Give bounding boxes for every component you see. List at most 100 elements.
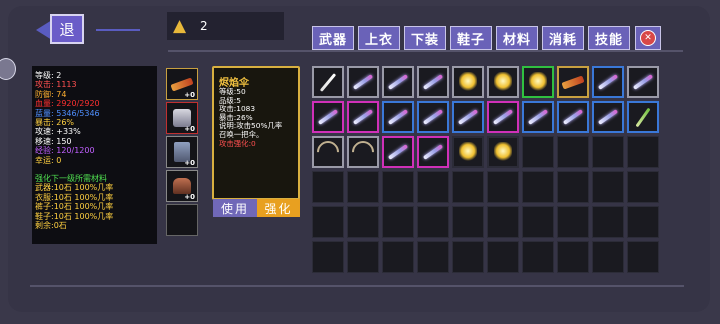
equipment-slot[interactable]: +0: [166, 170, 198, 202]
sword-plain-icon: [314, 68, 342, 96]
inventory-slot[interactable]: [382, 241, 414, 273]
magic-sword-icon: [559, 103, 587, 131]
inventory-slot[interactable]: [627, 206, 659, 238]
inventory-slot[interactable]: [312, 101, 344, 133]
inventory-slot[interactable]: [522, 136, 554, 168]
tab-shoes[interactable]: 鞋子: [450, 26, 492, 50]
inventory-slot[interactable]: [557, 136, 589, 168]
inventory-slot[interactable]: [627, 101, 659, 133]
enhance-level: +0: [184, 91, 195, 99]
inventory-slot[interactable]: [417, 241, 449, 273]
inventory-slot[interactable]: [452, 206, 484, 238]
inventory-slot[interactable]: [557, 66, 589, 98]
inventory-slot[interactable]: [522, 171, 554, 203]
gold-display: ▲ 2: [167, 12, 284, 40]
close-button[interactable]: ✕: [635, 26, 661, 50]
tab-materials[interactable]: 材料: [496, 26, 538, 50]
footer-divider: [30, 285, 684, 287]
equipment-slot[interactable]: +0: [166, 102, 198, 134]
inventory-slot[interactable]: [452, 101, 484, 133]
game-screen: 退 ▲ 2 武器 上衣 下装 鞋子 材料 消耗 技能 ✕ 等级: 2 攻击: 1…: [0, 0, 720, 324]
equipment-slot[interactable]: +0: [166, 136, 198, 168]
inventory-slot[interactable]: [487, 101, 519, 133]
inventory-slot[interactable]: [417, 136, 449, 168]
inventory-slot[interactable]: [522, 206, 554, 238]
gold-coins-icon: ▲: [173, 16, 187, 36]
magic-sword-icon: [594, 68, 622, 96]
inventory-slot[interactable]: [417, 101, 449, 133]
enhance-level: +0: [184, 159, 195, 167]
equipment-slot[interactable]: [166, 204, 198, 236]
inventory-slot[interactable]: [347, 206, 379, 238]
inventory-slot[interactable]: [487, 241, 519, 273]
inventory-slot[interactable]: [382, 101, 414, 133]
tab-skills[interactable]: 技能: [588, 26, 630, 50]
inventory-slot[interactable]: [522, 101, 554, 133]
inventory-slot[interactable]: [557, 171, 589, 203]
inventory-slot[interactable]: [487, 66, 519, 98]
inventory-slot[interactable]: [417, 171, 449, 203]
inventory-slot[interactable]: [452, 241, 484, 273]
tab-consumables[interactable]: 消耗: [542, 26, 584, 50]
inventory-slot[interactable]: [382, 66, 414, 98]
inventory-slot[interactable]: [347, 101, 379, 133]
inventory-slot[interactable]: [452, 66, 484, 98]
inventory-slot[interactable]: [592, 66, 624, 98]
inventory-slot[interactable]: [487, 171, 519, 203]
inventory-slot[interactable]: [557, 206, 589, 238]
back-button[interactable]: 退: [36, 14, 94, 46]
magic-sword-icon: [419, 68, 447, 96]
inventory-slot[interactable]: [382, 171, 414, 203]
inventory-slot[interactable]: [627, 171, 659, 203]
inventory-slot[interactable]: [557, 101, 589, 133]
inventory-slot[interactable]: [312, 171, 344, 203]
inventory-slot[interactable]: [557, 241, 589, 273]
magic-sword-icon: [419, 138, 447, 166]
enhance-level: +0: [184, 193, 195, 201]
inventory-slot[interactable]: [347, 171, 379, 203]
inventory-slot[interactable]: [592, 206, 624, 238]
inventory-slot[interactable]: [312, 206, 344, 238]
inventory-slot[interactable]: [312, 136, 344, 168]
inventory-slot[interactable]: [347, 136, 379, 168]
inventory-slot[interactable]: [487, 136, 519, 168]
inventory-slot[interactable]: [452, 136, 484, 168]
back-button-underline: [96, 29, 140, 31]
item-attributes: 等级:50 品级:5 攻击:1083 暴击:26% 说明:攻击50%几率 召唤一把伞。 攻击…: [219, 87, 282, 148]
inventory-slot[interactable]: [627, 66, 659, 98]
green-sword-icon: [629, 103, 657, 131]
tab-bottom[interactable]: 下装: [404, 26, 446, 50]
tab-top[interactable]: 上衣: [358, 26, 400, 50]
stats-spacer: [35, 165, 155, 174]
use-button[interactable]: 使用: [213, 199, 257, 217]
inventory-slot[interactable]: [592, 241, 624, 273]
inventory-slot[interactable]: [592, 171, 624, 203]
magic-sword-icon: [454, 103, 482, 131]
tab-weapon[interactable]: 武器: [312, 26, 354, 50]
inventory-slot[interactable]: [592, 101, 624, 133]
upgrade-button[interactable]: 强化: [257, 199, 300, 217]
inventory-slot[interactable]: [522, 241, 554, 273]
inventory-slot[interactable]: [417, 206, 449, 238]
inventory-slot[interactable]: [417, 66, 449, 98]
golden-wings-icon: [524, 68, 552, 96]
item-detail-card: 烬焰伞 等级:50 品级:5 攻击:1083 暴击:26% 说明:攻击50%几率 召唤一把…: [212, 66, 300, 200]
inventory-slot[interactable]: [522, 66, 554, 98]
inventory-slot[interactable]: [312, 66, 344, 98]
inventory-slot[interactable]: [347, 241, 379, 273]
inventory-slot[interactable]: [487, 206, 519, 238]
golden-wings-icon: [489, 138, 517, 166]
inventory-slot[interactable]: [592, 136, 624, 168]
inventory-slot[interactable]: [312, 241, 344, 273]
inventory-slot[interactable]: [382, 136, 414, 168]
stat-mp: 蓝量: 5346/5346: [35, 108, 100, 118]
inventory-slot[interactable]: [452, 171, 484, 203]
enhance-pants: 裤子:10石 100%几率: [35, 202, 114, 212]
magic-sword-icon: [384, 68, 412, 96]
inventory-slot[interactable]: [347, 66, 379, 98]
equipment-slot[interactable]: +0: [166, 68, 198, 100]
stat-attack: 攻击: 1113: [35, 80, 77, 90]
inventory-slot[interactable]: [627, 136, 659, 168]
inventory-slot[interactable]: [382, 206, 414, 238]
inventory-slot[interactable]: [627, 241, 659, 273]
